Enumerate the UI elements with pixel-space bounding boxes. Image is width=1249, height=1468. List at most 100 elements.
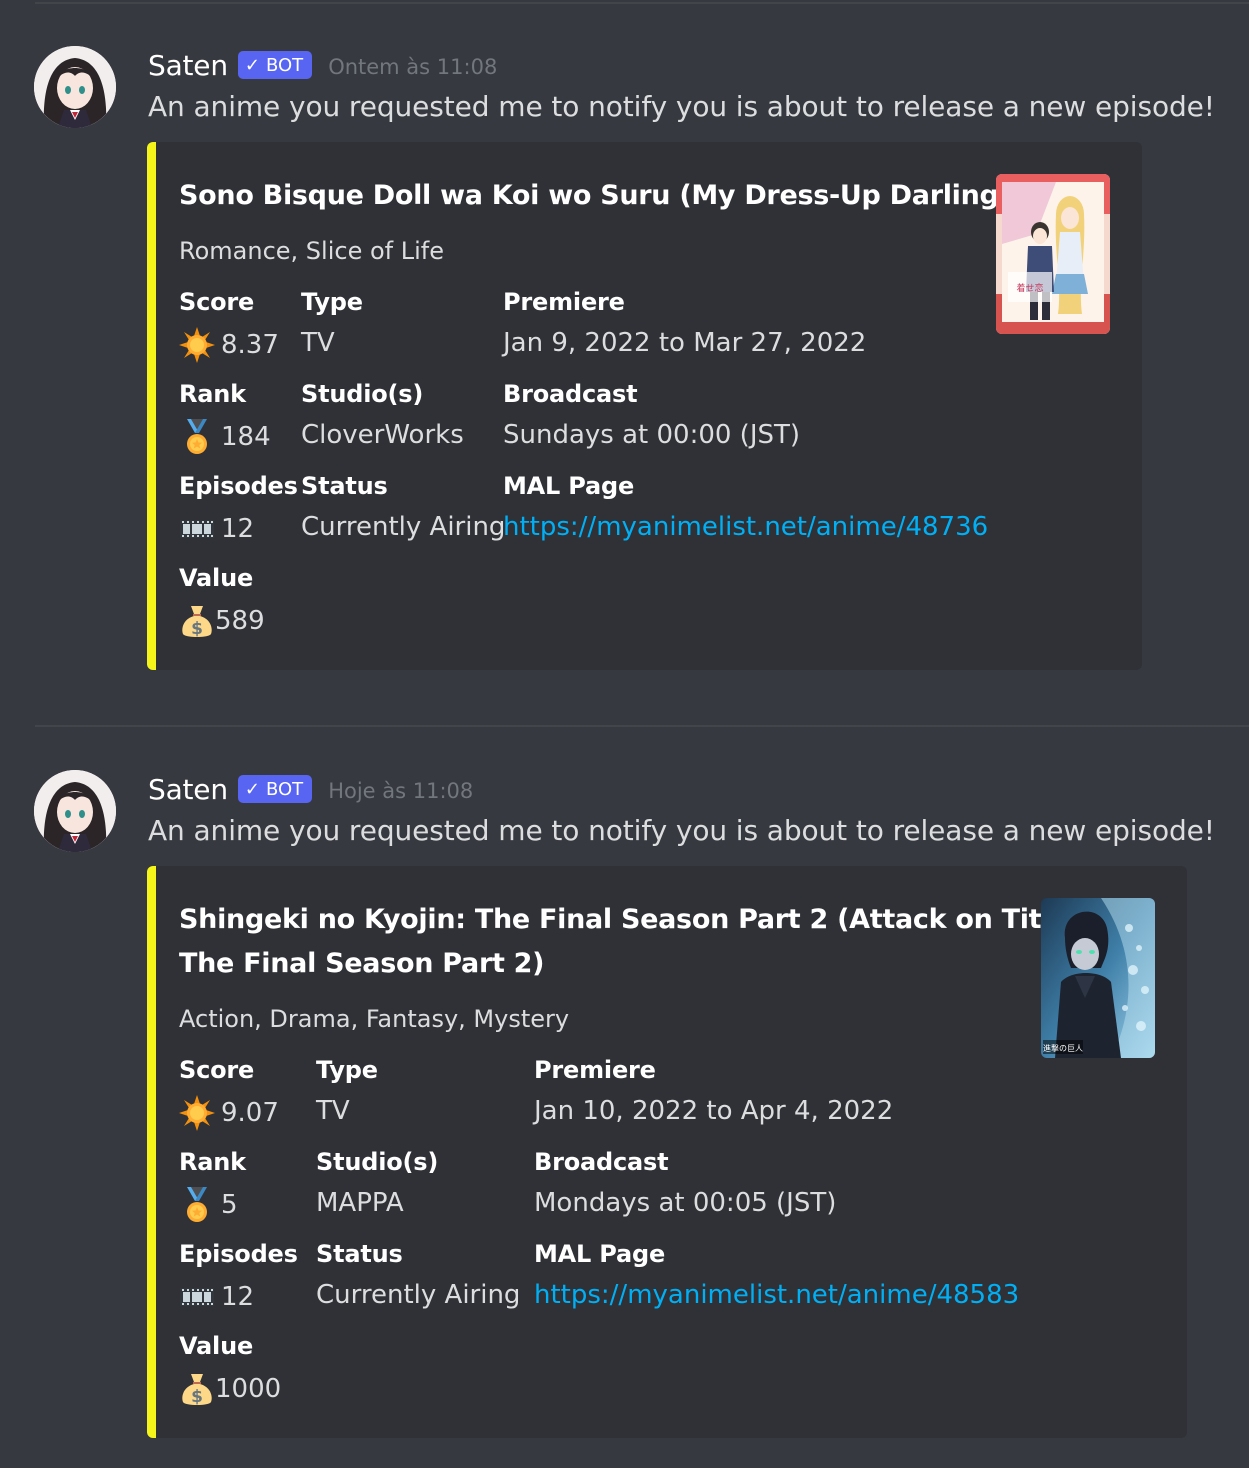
divider [35, 2, 1249, 4]
field-type: Type TV [316, 1055, 378, 1127]
verified-check-icon: ✓ [244, 778, 260, 800]
field-name: Broadcast [503, 380, 638, 408]
field-name: Episodes [179, 1240, 298, 1268]
sun-icon [179, 1095, 215, 1131]
type-value: TV [316, 1096, 350, 1126]
field-episodes: Episodes 12 [179, 471, 298, 547]
field-episodes: Episodes 12 [179, 1239, 298, 1315]
avatar[interactable] [34, 770, 116, 852]
bot-tag: ✓ BOT [237, 775, 313, 803]
field-name: Broadcast [534, 1148, 669, 1176]
field-score: Score 9.07 [179, 1055, 279, 1131]
field-mal-page: MAL Page https://myanimelist.net/anime/4… [534, 1239, 1019, 1311]
anime-thumbnail[interactable]: 進撃の巨人 [1041, 898, 1155, 1058]
field-name: Rank [179, 380, 246, 408]
avatar[interactable] [34, 46, 116, 128]
bot-tag: ✓ BOT [237, 51, 313, 79]
embed-genres: Action, Drama, Fantasy, Mystery [179, 1005, 570, 1033]
field-status: Status Currently Airing [301, 471, 505, 543]
field-studios: Studio(s) MAPPA [316, 1147, 438, 1219]
money-bag-icon [179, 603, 215, 639]
verified-check-icon: ✓ [244, 54, 260, 76]
field-studios: Studio(s) CloverWorks [301, 379, 464, 451]
field-name: Score [179, 1056, 255, 1084]
timestamp[interactable]: Hoje às 11:08 [328, 775, 473, 803]
embed-genres: Romance, Slice of Life [179, 237, 444, 265]
episodes-value: 12 [221, 514, 255, 544]
field-name: MAL Page [534, 1240, 666, 1268]
field-name: Studio(s) [301, 380, 424, 408]
field-name: Premiere [503, 288, 625, 316]
bot-tag-label: BOT [265, 778, 304, 800]
username[interactable]: Saten [148, 49, 228, 82]
field-name: Score [179, 288, 255, 316]
premiere-value: Jan 9, 2022 to Mar 27, 2022 [503, 328, 867, 358]
embed: Shingeki no Kyojin: The Final Season Par… [147, 866, 1187, 1438]
bot-tag-label: BOT [265, 54, 304, 76]
field-value-row: https://myanimelist.net/anime/48583 [534, 1279, 1019, 1311]
sun-icon [179, 327, 215, 363]
field-name: Type [301, 288, 363, 316]
field-name: Status [301, 472, 388, 500]
field-value-row: 12 [179, 1279, 298, 1315]
field-premiere: Premiere Jan 9, 2022 to Mar 27, 2022 [503, 287, 866, 359]
field-name: Value [179, 1332, 254, 1360]
field-rank: Rank 184 [179, 379, 271, 455]
message-header: Saten ✓ BOT Hoje às 11:08 [148, 771, 473, 807]
field-type: Type TV [301, 287, 363, 359]
field-name: Premiere [534, 1056, 656, 1084]
field-name: Episodes [179, 472, 298, 500]
broadcast-value: Mondays at 00:05 (JST) [534, 1188, 837, 1218]
episodes-value: 12 [221, 1282, 255, 1312]
embed-title-line: Shingeki no Kyojin: The Final Season Par… [179, 904, 1089, 935]
mal-page-link[interactable]: https://myanimelist.net/anime/48583 [534, 1279, 1019, 1311]
field-value-row: 8.37 [179, 327, 279, 363]
field-score: Score 8.37 [179, 287, 279, 363]
divider [35, 725, 1249, 727]
field-broadcast: Broadcast Mondays at 00:05 (JST) [534, 1147, 836, 1219]
embed-title: Shingeki no Kyojin: The Final Season Par… [179, 898, 1089, 986]
message-content: An anime you requested me to notify you … [148, 90, 1215, 123]
field-value: Value 1000 [179, 1331, 281, 1407]
field-value-row: 184 [179, 419, 271, 455]
medal-icon [179, 1187, 215, 1223]
field-name: Rank [179, 1148, 246, 1176]
field-value-row: 1000 [179, 1371, 281, 1407]
mal-page-link[interactable]: https://myanimelist.net/anime/48736 [503, 511, 988, 543]
field-name: Value [179, 564, 254, 592]
embed: Sono Bisque Doll wa Koi wo Suru (My Dres… [147, 142, 1142, 670]
premiere-value: Jan 10, 2022 to Apr 4, 2022 [534, 1096, 894, 1126]
field-value: Value 589 [179, 563, 265, 639]
field-name: Type [316, 1056, 378, 1084]
field-name: Studio(s) [316, 1148, 439, 1176]
field-status: Status Currently Airing [316, 1239, 520, 1311]
type-value: TV [301, 328, 335, 358]
film-icon [179, 511, 215, 547]
money-bag-icon [179, 1371, 215, 1407]
svg-text:着せ恋: 着せ恋 [1016, 282, 1043, 294]
status-value: Currently Airing [301, 512, 506, 542]
studios-value: MAPPA [316, 1188, 404, 1218]
field-rank: Rank 5 [179, 1147, 246, 1223]
message-header: Saten ✓ BOT Ontem às 11:08 [148, 47, 497, 83]
timestamp[interactable]: Ontem às 11:08 [328, 51, 497, 79]
embed-title-line: The Final Season Part 2) [179, 948, 545, 979]
film-icon [179, 1279, 215, 1315]
medal-icon [179, 419, 215, 455]
studios-value: CloverWorks [301, 420, 464, 450]
value-value: 1000 [215, 1374, 282, 1404]
field-value-row: 12 [179, 511, 298, 547]
score-value: 8.37 [221, 330, 279, 360]
field-premiere: Premiere Jan 10, 2022 to Apr 4, 2022 [534, 1055, 893, 1127]
field-value-row: https://myanimelist.net/anime/48736 [503, 511, 988, 543]
field-value-row: 589 [179, 603, 265, 639]
score-value: 9.07 [221, 1098, 279, 1128]
broadcast-value: Sundays at 00:00 (JST) [503, 420, 801, 450]
field-mal-page: MAL Page https://myanimelist.net/anime/4… [503, 471, 988, 543]
status-value: Currently Airing [316, 1280, 521, 1310]
anime-thumbnail[interactable]: 着せ恋 [996, 174, 1110, 334]
field-broadcast: Broadcast Sundays at 00:00 (JST) [503, 379, 800, 451]
field-name: Status [316, 1240, 403, 1268]
svg-text:進撃の巨人: 進撃の巨人 [1043, 1043, 1083, 1053]
username[interactable]: Saten [148, 773, 228, 806]
